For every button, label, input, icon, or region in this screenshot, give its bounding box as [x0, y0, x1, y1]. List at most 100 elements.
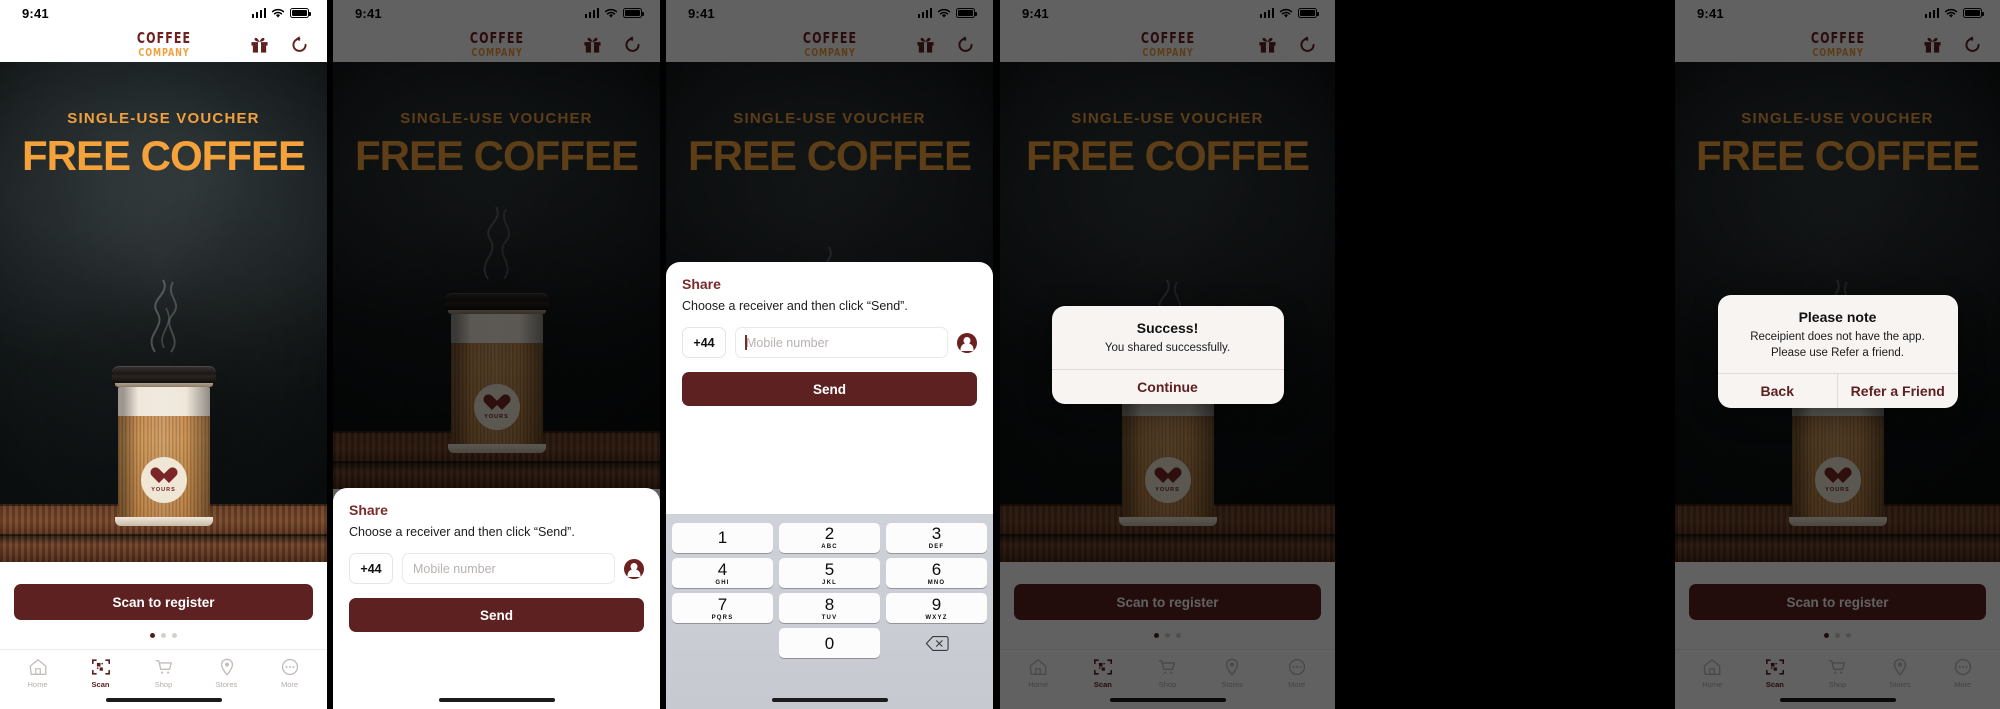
country-code-selector[interactable]: +44 [682, 327, 726, 358]
country-code-selector[interactable]: +44 [349, 553, 393, 584]
numeric-keypad: 1 2 ABC 3 DEF 4 GHI 5 JKL 6 MNO 7 PQRS 8… [666, 514, 993, 709]
key-letters: GHI [715, 579, 730, 586]
refresh-icon[interactable] [623, 35, 642, 54]
key-9[interactable]: 9 WXYZ [886, 593, 987, 624]
key-0[interactable]: 0 [779, 628, 880, 659]
tab-shop[interactable]: Shop [1806, 657, 1869, 689]
key-backspace[interactable] [886, 628, 987, 658]
tab-scan[interactable]: Scan [69, 657, 132, 689]
key-6[interactable]: 6 MNO [886, 558, 987, 589]
battery-icon [1963, 8, 1984, 18]
tab-more[interactable]: More [1264, 657, 1329, 689]
send-button[interactable]: Send [349, 598, 644, 632]
pagination-dot[interactable] [1165, 633, 1170, 638]
status-bar: 9:41 [1675, 0, 2000, 26]
mobile-number-input[interactable]: Mobile number [402, 553, 615, 584]
scan-to-register-button[interactable]: Scan to register [1689, 584, 1986, 620]
recipient-row: +44 Mobile number [349, 553, 644, 584]
tab-shop[interactable]: Shop [1135, 657, 1200, 689]
key-7[interactable]: 7 PQRS [672, 593, 773, 624]
refresh-icon[interactable] [1963, 35, 1982, 54]
cart-icon [155, 659, 172, 674]
tab-scan[interactable]: Scan [1071, 657, 1136, 689]
gift-icon[interactable] [250, 35, 269, 54]
share-sheet-subtitle: Choose a receiver and then click “Send”. [682, 299, 908, 313]
brand-logo: COFFEE COMPANY [796, 28, 862, 58]
cup-badge-text: YOURS [1155, 486, 1180, 493]
signal-bars-icon [584, 8, 599, 18]
tab-stores[interactable]: Stores [195, 657, 258, 689]
carousel-pagination [1675, 620, 2000, 649]
carousel-pagination [1000, 620, 1335, 649]
key-5[interactable]: 5 JKL [779, 558, 880, 589]
gift-icon[interactable] [916, 35, 935, 54]
key-8[interactable]: 8 TUV [779, 593, 880, 624]
scan-to-register-button[interactable]: Scan to register [1014, 584, 1321, 620]
pagination-dot[interactable] [1824, 633, 1829, 638]
key-number: 6 [931, 559, 942, 579]
status-bar: 9:41 [666, 0, 993, 26]
pagination-dot[interactable] [1176, 633, 1181, 638]
pagination-dot[interactable] [1835, 633, 1840, 638]
pagination-dot[interactable] [150, 633, 155, 638]
keypad-row: 1 2 ABC 3 DEF [669, 520, 990, 555]
refresh-icon[interactable] [956, 35, 975, 54]
tab-more[interactable]: More [1931, 657, 1994, 689]
tab-label: Shop [1158, 680, 1177, 689]
header-actions [1258, 35, 1317, 54]
voucher-title: FREE COFFEE [687, 132, 972, 179]
tab-more[interactable]: More [258, 657, 321, 689]
key-number: 4 [717, 559, 728, 579]
key-number: 3 [931, 524, 942, 544]
logo-line-1: COFFEE [802, 28, 857, 47]
voucher-label: SINGLE-USE VOUCHER [1071, 110, 1264, 127]
tab-stores[interactable]: Stores [1869, 657, 1932, 689]
contact-person-icon[interactable] [624, 558, 644, 579]
cup-base [447, 444, 546, 453]
pagination-dot[interactable] [161, 633, 166, 638]
bottom-section: Scan to register Home Scan Shop Stores M… [0, 562, 327, 709]
tab-stores[interactable]: Stores [1200, 657, 1265, 689]
tab-home[interactable]: Home [1681, 657, 1744, 689]
tab-home[interactable]: Home [1006, 657, 1071, 689]
gift-icon[interactable] [1923, 35, 1942, 54]
status-indicators [251, 8, 311, 19]
key-2[interactable]: 2 ABC [779, 522, 880, 553]
header-actions [583, 35, 642, 54]
refresh-icon[interactable] [1298, 35, 1317, 54]
key-number: 8 [824, 594, 835, 614]
key-3[interactable]: 3 DEF [886, 522, 987, 553]
logo-line-2: COMPANY [1141, 45, 1194, 59]
note-alert: Please note Receipient does not have the… [1717, 295, 1958, 409]
refresh-icon[interactable] [290, 35, 309, 54]
tab-scan[interactable]: Scan [1744, 657, 1807, 689]
tab-home[interactable]: Home [6, 657, 69, 689]
gift-icon[interactable] [1258, 35, 1277, 54]
back-button[interactable]: Back [1718, 374, 1838, 408]
logo-line-1: COFFEE [1140, 28, 1195, 47]
scan-to-register-button[interactable]: Scan to register [14, 584, 313, 620]
pagination-dot[interactable] [172, 633, 177, 638]
key-4[interactable]: 4 GHI [672, 558, 773, 589]
wifi-icon [937, 8, 951, 18]
alert-actions: Back Refer a Friend [1717, 373, 1958, 409]
contact-person-icon[interactable] [957, 332, 977, 353]
pagination-dot[interactable] [1846, 633, 1851, 638]
continue-button[interactable]: Continue [1052, 370, 1284, 404]
key-1[interactable]: 1 [672, 522, 773, 553]
gift-icon[interactable] [583, 35, 602, 54]
signal-bars-icon [251, 8, 266, 18]
pagination-dot[interactable] [1154, 633, 1159, 638]
voucher-label: SINGLE-USE VOUCHER [67, 110, 260, 127]
logo-line-1: COFFEE [136, 28, 191, 47]
mobile-number-input[interactable]: Mobile number [735, 327, 948, 358]
tab-shop[interactable]: Shop [132, 657, 195, 689]
key-number: 5 [824, 559, 835, 579]
home-icon [1029, 659, 1047, 675]
home-indicator [1000, 691, 1335, 709]
status-time: 9:41 [1022, 5, 1049, 21]
send-button[interactable]: Send [682, 372, 977, 406]
screen-success-alert: 9:41 COFFEE COMPANY SINGLE-USE VOUCHER F… [1000, 0, 1335, 709]
cart-icon [1159, 659, 1176, 674]
refer-a-friend-button[interactable]: Refer a Friend [1837, 374, 1958, 409]
